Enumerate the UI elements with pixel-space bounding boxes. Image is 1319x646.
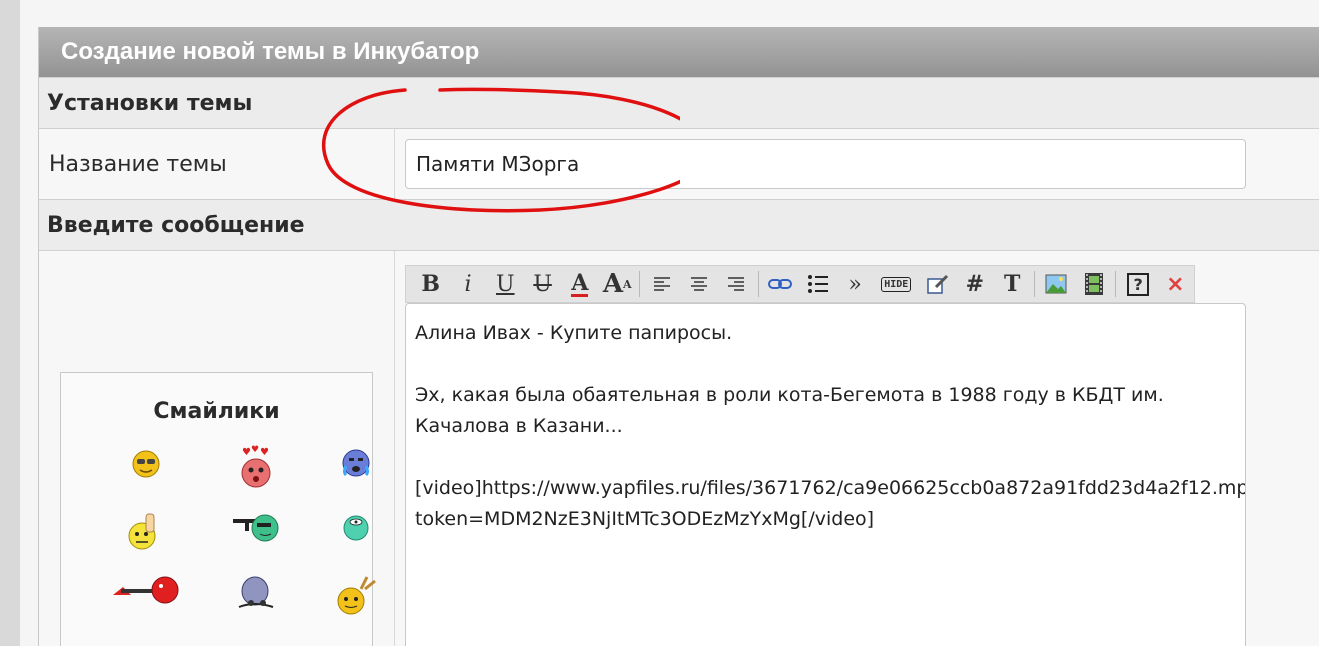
edit-icon[interactable] — [919, 268, 956, 300]
strikethrough-icon[interactable]: U — [524, 268, 561, 300]
topic-title-label: Название темы — [39, 129, 395, 199]
italic-icon[interactable]: i — [449, 268, 486, 300]
quote-icon[interactable]: » — [836, 268, 873, 300]
smilies-column: Смайлики ♥ ♥ ♥ — [39, 251, 395, 646]
close-icon[interactable]: × — [1157, 268, 1194, 300]
list-icon[interactable] — [799, 268, 836, 300]
message-textarea[interactable]: Алина Ивах - Купите папиросы. Эх, какая … — [405, 303, 1246, 646]
new-topic-panel: Создание новой темы в Инкубатор Установк… — [38, 27, 1319, 646]
section-enter-message: Введите сообщение — [39, 199, 1319, 251]
love-smiley-icon[interactable]: ♥ ♥ ♥ — [201, 445, 311, 509]
smilies-box: Смайлики ♥ ♥ ♥ — [60, 372, 376, 646]
smilies-title: Смайлики — [153, 399, 280, 424]
page-left-margin — [20, 0, 38, 646]
topic-title-input[interactable] — [405, 139, 1246, 189]
align-right-icon[interactable] — [717, 268, 754, 300]
page-left-border — [0, 0, 20, 646]
svg-text:♥: ♥ — [260, 447, 269, 458]
topic-title-row: Название темы — [39, 129, 1319, 199]
bold-icon[interactable]: B — [412, 268, 449, 300]
svg-text:♥: ♥ — [242, 447, 251, 458]
panel-title: Создание новой темы в Инкубатор — [39, 27, 1319, 77]
video-icon[interactable] — [1075, 268, 1112, 300]
toolbar-separator — [757, 271, 759, 297]
section-topic-settings: Установки темы — [39, 77, 1319, 129]
crying-smiley-icon[interactable] — [311, 445, 401, 509]
help-icon[interactable]: ? — [1119, 268, 1156, 300]
align-center-icon[interactable] — [680, 268, 717, 300]
sad-blob-smiley-icon[interactable] — [201, 573, 311, 637]
toolbar-separator — [1033, 271, 1035, 297]
svg-text:♥: ♥ — [251, 445, 259, 455]
gun-smiley-icon[interactable] — [91, 573, 201, 637]
font-size-icon[interactable]: AA — [599, 268, 636, 300]
victory-smiley-icon[interactable] — [311, 573, 401, 637]
message-editor: B i U U A AA » HIDE # T ? × Алина Ивах -… — [395, 251, 1319, 646]
link-icon[interactable] — [762, 268, 799, 300]
hide-icon[interactable]: HIDE — [874, 268, 919, 300]
hash-icon[interactable]: # — [956, 268, 993, 300]
message-area: Смайлики ♥ ♥ ♥ B i U U A A A » HIDE # T … — [39, 251, 1319, 646]
thinking-smiley-icon[interactable] — [91, 509, 201, 573]
underline-icon[interactable]: U — [487, 268, 524, 300]
image-icon[interactable] — [1038, 268, 1075, 300]
toolbar-separator — [638, 271, 640, 297]
bbcode-toolbar: B i U U A AA » HIDE # T ? × — [405, 265, 1195, 303]
align-left-icon[interactable] — [643, 268, 680, 300]
smiley-grid: ♥ ♥ ♥ — [91, 445, 401, 637]
font-color-icon[interactable]: A — [561, 268, 598, 300]
cool-smiley-icon[interactable] — [91, 445, 201, 509]
surprised-smiley-icon[interactable] — [311, 509, 401, 573]
shooting-smiley-icon[interactable] — [201, 509, 311, 573]
text-icon[interactable]: T — [994, 268, 1031, 300]
toolbar-separator — [1115, 271, 1117, 297]
topic-title-input-wrap — [395, 129, 1319, 199]
